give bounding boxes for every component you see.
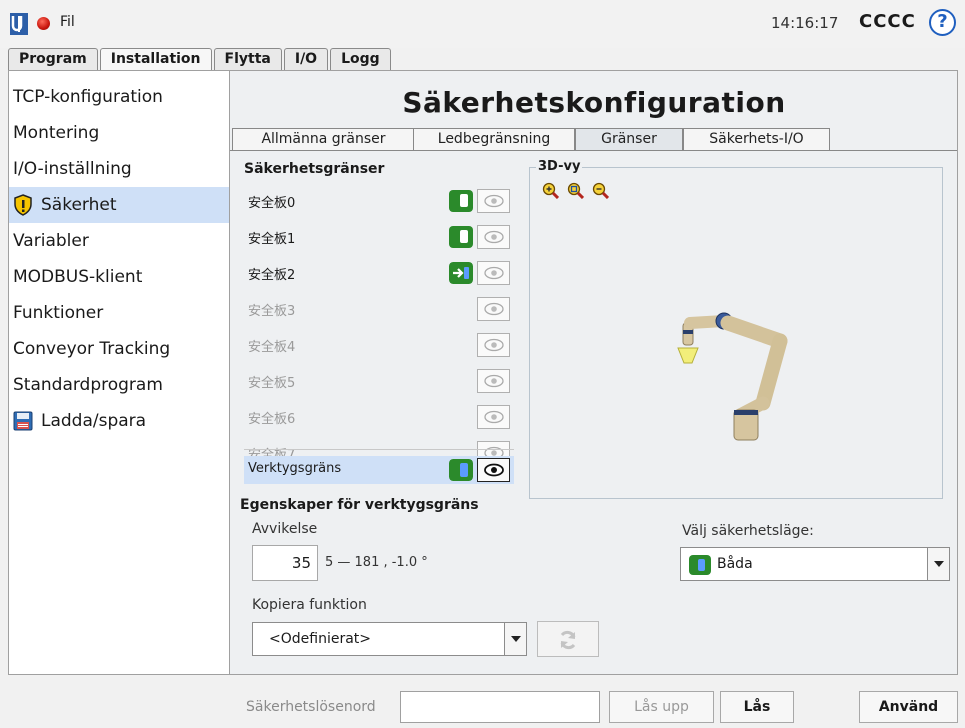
password-label: Säkerhetslösenord xyxy=(246,699,376,715)
sidebar-item-features[interactable]: Funktioner xyxy=(9,295,229,331)
sidebar-item-modbus[interactable]: MODBUS-klient xyxy=(9,259,229,295)
plane-label: 安全板1 xyxy=(248,232,296,247)
eye-icon[interactable] xyxy=(477,189,510,213)
zoom-in-icon[interactable] xyxy=(542,182,559,199)
sidebar-item-label: TCP-konfiguration xyxy=(13,87,163,107)
tab-flytta[interactable]: Flytta xyxy=(213,48,282,70)
tab-joint-limits[interactable]: Ledbegränsning xyxy=(413,128,575,150)
sidebar-item-label: Ladda/spara xyxy=(41,411,147,431)
chevron-down-icon[interactable] xyxy=(927,548,949,580)
copy-feature-value: <Odefinierat> xyxy=(269,631,371,647)
plane-label: 安全板0 xyxy=(248,196,296,211)
sidebar-item-label: Variabler xyxy=(13,231,89,251)
sidebar-item-conveyor[interactable]: Conveyor Tracking xyxy=(9,331,229,367)
normal-mode-icon[interactable] xyxy=(449,190,473,212)
both-modes-icon xyxy=(689,555,711,575)
apply-button[interactable]: Använd xyxy=(859,691,958,723)
deviation-input[interactable]: 35 xyxy=(252,545,318,581)
boundaries-content: Säkerhetsgränser 安全板0 安全板1 安全板2 安全板3 安全板… xyxy=(230,150,957,670)
plane-row[interactable]: 安全板0 xyxy=(244,187,514,215)
eye-icon[interactable] xyxy=(477,333,510,357)
file-menu[interactable]: Fil xyxy=(60,14,75,30)
refresh-button[interactable] xyxy=(537,621,599,657)
plane-label: 安全板3 xyxy=(248,304,296,319)
plane-row[interactable]: 安全板1 xyxy=(244,223,514,251)
view-3d-title: 3D-vy xyxy=(536,159,583,174)
safety-mode-value: Båda xyxy=(717,556,753,572)
sidebar-item-default-program[interactable]: Standardprogram xyxy=(9,367,229,403)
main-tabs: Program Installation Flytta I/O Logg xyxy=(8,48,393,71)
refresh-icon xyxy=(560,630,576,650)
tab-program[interactable]: Program xyxy=(8,48,98,70)
sidebar-item-label: Standardprogram xyxy=(13,375,163,395)
copy-feature-select[interactable]: <Odefinierat> xyxy=(252,622,527,656)
zoom-fit-icon[interactable] xyxy=(567,182,584,199)
sidebar-item-label: Montering xyxy=(13,123,100,143)
clock: 14:16:17 xyxy=(771,14,839,32)
divider xyxy=(244,449,514,450)
sidebar-item-label: I/O-inställning xyxy=(13,159,132,179)
user-name[interactable]: CCCC xyxy=(859,11,916,32)
both-modes-icon[interactable] xyxy=(449,459,473,481)
deviation-label: Avvikelse xyxy=(252,521,318,537)
sidebar-item-label: Säkerhet xyxy=(41,195,117,215)
plane-row[interactable]: 安全板6 xyxy=(244,403,514,431)
floppy-disk-icon xyxy=(13,411,33,431)
sidebar-item-mounting[interactable]: Montering xyxy=(9,115,229,151)
plane-row[interactable]: 安全板2 xyxy=(244,259,514,287)
plane-label: Verktygsgräns xyxy=(248,461,342,476)
copy-feature-label: Kopiera funktion xyxy=(252,597,367,613)
safety-mode-select[interactable]: Båda xyxy=(680,547,950,581)
plane-label: 安全板2 xyxy=(248,268,296,283)
page-title: Säkerhetskonfiguration xyxy=(402,86,786,119)
installation-sidebar: TCP-konfiguration Montering I/O-inställn… xyxy=(8,70,230,675)
safety-limits-title: Säkerhetsgränser xyxy=(244,161,385,177)
sidebar-item-tcp[interactable]: TCP-konfiguration xyxy=(9,79,229,115)
plane-label: 安全板5 xyxy=(248,376,296,391)
tool-limit-row[interactable]: Verktygsgräns xyxy=(244,456,514,484)
sidebar-item-label: Funktioner xyxy=(13,303,104,323)
plane-row[interactable]: 安全板5 xyxy=(244,367,514,395)
tab-io[interactable]: I/O xyxy=(283,48,329,70)
plane-label: 安全板6 xyxy=(248,412,296,427)
normal-mode-icon[interactable] xyxy=(449,226,473,248)
sidebar-item-io-setup[interactable]: I/O-inställning xyxy=(9,151,229,187)
plane-row[interactable]: 安全板3 xyxy=(244,295,514,323)
sidebar-item-safety[interactable]: Säkerhet xyxy=(9,187,229,223)
tab-logg[interactable]: Logg xyxy=(330,48,391,70)
tool-properties-title: Egenskaper för verktygsgräns xyxy=(240,497,479,513)
trigger-reduced-mode-icon[interactable] xyxy=(449,262,473,284)
eye-icon[interactable] xyxy=(477,297,510,321)
zoom-out-icon[interactable] xyxy=(592,182,609,199)
password-input[interactable] xyxy=(400,691,600,723)
view-3d[interactable]: 3D-vy xyxy=(529,159,943,499)
tab-boundaries[interactable]: Gränser xyxy=(575,128,683,150)
power-status-icon[interactable] xyxy=(37,17,50,30)
lock-button[interactable]: Lås xyxy=(720,691,794,723)
tab-safety-io[interactable]: Säkerhets-I/O xyxy=(683,128,830,150)
sidebar-item-label: MODBUS-klient xyxy=(13,267,143,287)
tab-installation[interactable]: Installation xyxy=(99,48,212,71)
help-icon[interactable]: ? xyxy=(929,9,956,36)
safety-mode-label: Välj säkerhetsläge: xyxy=(682,523,814,539)
eye-icon[interactable] xyxy=(477,405,510,429)
unlock-button[interactable]: Lås upp xyxy=(609,691,714,723)
eye-icon[interactable] xyxy=(477,225,510,249)
ur-logo-icon xyxy=(10,13,28,35)
plane-row[interactable]: 安全板4 xyxy=(244,331,514,359)
deviation-range: 5 — 181 , -1.0 ° xyxy=(325,555,428,570)
eye-icon[interactable] xyxy=(477,261,510,285)
shield-warning-icon xyxy=(14,194,32,216)
eye-icon[interactable] xyxy=(477,369,510,393)
tab-general-limits[interactable]: Allmänna gränser xyxy=(232,128,415,150)
sidebar-item-label: Conveyor Tracking xyxy=(13,339,171,359)
robot-arm-3d-model xyxy=(677,312,788,441)
sidebar-item-variables[interactable]: Variabler xyxy=(9,223,229,259)
sidebar-item-load-save[interactable]: Ladda/spara xyxy=(9,403,229,439)
chevron-down-icon[interactable] xyxy=(504,623,526,655)
top-bar: Fil 14:16:17 CCCC ? xyxy=(0,0,965,48)
eye-icon[interactable] xyxy=(477,458,510,482)
plane-label: 安全板4 xyxy=(248,340,296,355)
safety-panel: Säkerhetskonfiguration Allmänna gränser … xyxy=(230,70,958,675)
